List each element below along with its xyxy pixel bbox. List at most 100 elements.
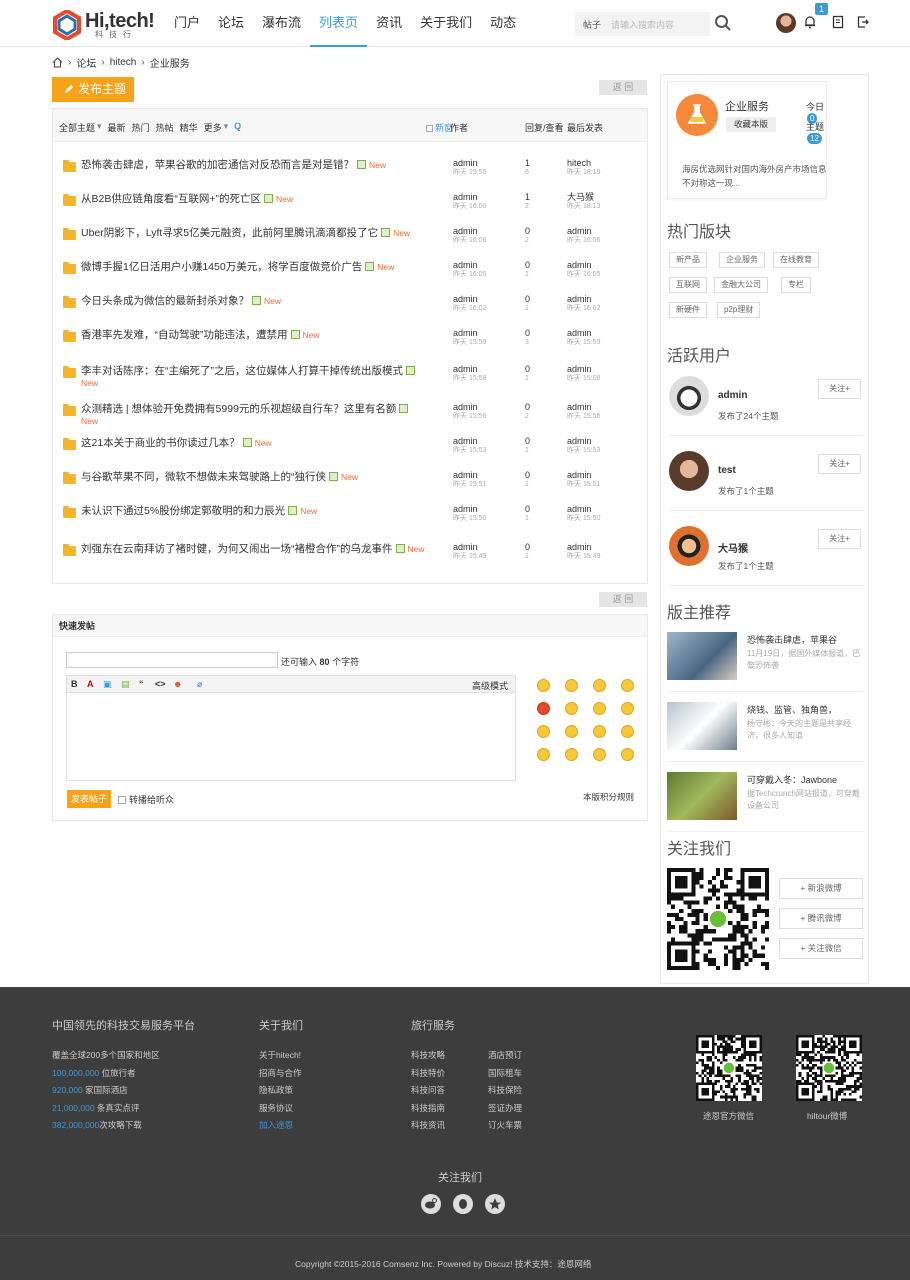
section-tag[interactable]: 企业服务 — [719, 252, 765, 268]
nav-item[interactable]: 列表页 — [310, 0, 368, 47]
author-name[interactable]: admin — [453, 192, 486, 202]
table-row[interactable]: 李丰对话陈序：在“主编死了”之后，这位媒体人打算干掉传统出版模式New admin… — [53, 359, 647, 393]
footer-link[interactable]: 加入途恩 — [259, 1117, 302, 1135]
footer-link[interactable]: 科技问答 — [411, 1082, 445, 1100]
thread-title[interactable]: 从B2B供应链角度看“互联网+”的死亡区 New — [81, 193, 426, 205]
follow-button[interactable]: 关注+ — [818, 379, 861, 399]
table-row[interactable]: 刘强东在云南拜访了褚时健，为何又闹出一场“褚橙合作”的乌龙事件 New admin 昨… — [53, 537, 647, 571]
last-poster[interactable]: admin — [567, 260, 600, 270]
author-name[interactable]: admin — [453, 364, 486, 374]
star-icon[interactable] — [485, 1194, 505, 1214]
author-name[interactable]: admin — [453, 294, 486, 304]
footer-link[interactable]: 酒店预订 — [488, 1047, 522, 1065]
follow-button[interactable]: 关注+ — [818, 454, 861, 474]
thread-title[interactable]: 未认识下通过5%股份绑定郭敬明的和力辰光 New — [81, 505, 426, 517]
subject-input[interactable] — [66, 652, 278, 668]
smiley-emoji-icon[interactable] — [565, 702, 578, 715]
table-row[interactable]: 香港率先发难，“自动驾驶”功能违法，遭禁用 New admin 昨天 15:59 0 3 a… — [53, 323, 647, 357]
nav-item[interactable]: 资讯 — [367, 0, 411, 47]
recommend-title[interactable]: 烧钱、监管、独角兽， — [747, 703, 837, 716]
weibo-icon[interactable] — [421, 1194, 441, 1214]
filter-item[interactable]: 更多 — [204, 121, 222, 134]
footer-link[interactable]: 科技保险 — [488, 1082, 522, 1100]
table-row[interactable]: 恐怖袭击肆虐，苹果谷歌的加密通信对反恐而言是对是错？ New admin 昨天 15:… — [53, 153, 647, 187]
avatar[interactable] — [669, 451, 709, 491]
thread-title-text[interactable]: 未认识下通过5%股份绑定郭敬明的和力辰光 — [81, 505, 285, 517]
attach-image-icon[interactable]: ▤ — [121, 679, 130, 690]
footer-link[interactable]: 服务协议 — [259, 1100, 302, 1118]
author-name[interactable]: admin — [453, 436, 486, 446]
nav-item[interactable]: 瀑布流 — [253, 0, 310, 47]
favorite-forum-button[interactable]: 收藏本版 — [726, 117, 776, 132]
post-thread-button[interactable]: 发布主题 — [52, 77, 134, 102]
bell-icon[interactable] — [803, 15, 817, 29]
author-name[interactable]: admin — [453, 504, 486, 514]
smiley-emoji-icon[interactable] — [565, 748, 578, 761]
footer-link[interactable]: 科技特价 — [411, 1065, 445, 1083]
code-icon[interactable]: <> — [155, 679, 166, 689]
thread-title[interactable]: 今日头条成为微信的最新封杀对象？ New — [81, 295, 426, 307]
thread-title[interactable]: 这21本关于商业的书你读过几本？ New — [81, 437, 426, 449]
recommend-item[interactable]: 烧钱、监管、独角兽， 杨守彬：今天的主题是共享经济，很多人知道 — [667, 702, 863, 762]
smiley-emoji-icon[interactable] — [621, 725, 634, 738]
last-poster[interactable]: admin — [567, 328, 600, 338]
author-name[interactable]: admin — [453, 470, 486, 480]
footer-link[interactable]: 签证办理 — [488, 1100, 522, 1118]
home-icon[interactable] — [52, 57, 63, 68]
breadcrumb-current[interactable]: 企业服务 — [150, 55, 190, 70]
filter-item[interactable]: 热门 — [132, 121, 150, 134]
author-name[interactable]: admin — [453, 260, 486, 270]
user-name[interactable]: admin — [718, 390, 747, 401]
thread-title-text[interactable]: 李丰对话陈序：在“主编死了”之后，这位媒体人打算干掉传统出版模式 — [81, 365, 403, 377]
author-name[interactable]: admin — [453, 402, 486, 412]
credit-rules-link[interactable]: 本版积分规则 — [583, 791, 634, 803]
thread-title-text[interactable]: 恐怖袭击肆虐，苹果谷歌的加密通信对反恐而言是对是错？ — [81, 159, 354, 171]
author-name[interactable]: admin — [453, 542, 486, 552]
image-icon[interactable]: ▣ — [103, 679, 112, 690]
checkbox-icon[interactable] — [426, 125, 433, 132]
section-tag[interactable]: 互联网 — [669, 277, 707, 293]
smiley-emoji-icon[interactable] — [621, 748, 634, 761]
table-row[interactable]: 与谷歌苹果不同，微软不想做未来驾驶路上的“独行侠 New admin 昨天 15:51… — [53, 465, 647, 499]
filter-item[interactable]: 热帖 — [156, 121, 174, 134]
section-tag[interactable]: 专栏 — [781, 277, 811, 293]
smiley-emoji-icon[interactable] — [593, 679, 606, 692]
thread-title[interactable]: 李丰对话陈序：在“主编死了”之后，这位媒体人打算干掉传统出版模式New — [81, 365, 426, 389]
user-name[interactable]: test — [718, 465, 736, 476]
new-window-toggle[interactable]: 新窗 — [426, 121, 453, 134]
last-poster[interactable]: admin — [567, 504, 600, 514]
search-box[interactable]: 帖子 请输入搜索内容 — [575, 12, 710, 36]
thread-title-text[interactable]: Uber阴影下，Lyft寻求5亿美元融资，此前阿里腾讯滴滴都投了它 — [81, 227, 378, 239]
smiley-emoji-icon[interactable] — [537, 679, 550, 692]
submit-post-button[interactable]: 发表帖子 — [67, 790, 111, 808]
site-logo[interactable]: Hi,tech! 科技行 — [52, 10, 155, 40]
forward-checkbox[interactable]: 转播给听众 — [118, 793, 174, 806]
author-name[interactable]: admin — [453, 158, 486, 168]
last-poster[interactable]: admin — [567, 436, 600, 446]
table-row[interactable]: 众测精选 | 想体验开免费拥有5999元的乐视超级自行车？这里有名额New adm… — [53, 397, 647, 431]
document-icon[interactable] — [831, 15, 845, 29]
recommend-item[interactable]: 可穿戴入冬：Jawbone 据Techcrunch网站报道，可穿戴设备公司 — [667, 772, 863, 832]
logout-icon[interactable] — [856, 15, 870, 29]
author-name[interactable]: admin — [453, 328, 486, 338]
section-tag[interactable]: 新产品 — [669, 252, 707, 268]
footer-link[interactable]: 隐私政策 — [259, 1082, 302, 1100]
table-row[interactable]: 未认识下通过5%股份绑定郭敬明的和力辰光 New admin 昨天 15:50 0 1 ad… — [53, 499, 647, 533]
smiley-emoji-icon[interactable] — [593, 702, 606, 715]
table-row[interactable]: Uber阴影下，Lyft寻求5亿美元融资，此前阿里腾讯滴滴都投了它 New admi… — [53, 221, 647, 255]
thread-title-text[interactable]: 微博手握1亿日活用户小赚1450万美元，将学百度做竞价广告 — [81, 261, 362, 273]
last-poster[interactable]: admin — [567, 364, 600, 374]
nav-item[interactable]: 门户 — [165, 0, 209, 47]
thread-title[interactable]: Uber阴影下，Lyft寻求5亿美元融资，此前阿里腾讯滴滴都投了它 New — [81, 227, 426, 239]
user-name[interactable]: 大马猴 — [718, 540, 748, 555]
last-poster[interactable]: admin — [567, 542, 600, 552]
recommend-thumbnail[interactable] — [667, 632, 737, 680]
footer-link[interactable]: 国际租车 — [488, 1065, 522, 1083]
recommend-item[interactable]: 恐怖袭击肆虐，苹果谷 11月19日，据国外媒体报道，巴黎恐怖袭 — [667, 632, 863, 692]
message-editor[interactable] — [66, 693, 516, 781]
breadcrumb-hitech[interactable]: hitech — [110, 57, 137, 68]
smiley-emoji-icon[interactable] — [621, 679, 634, 692]
breadcrumb-forum[interactable]: 论坛 — [76, 55, 96, 70]
footer-link[interactable]: 科技指南 — [411, 1100, 445, 1118]
section-tag[interactable]: 在线教育 — [773, 252, 819, 268]
